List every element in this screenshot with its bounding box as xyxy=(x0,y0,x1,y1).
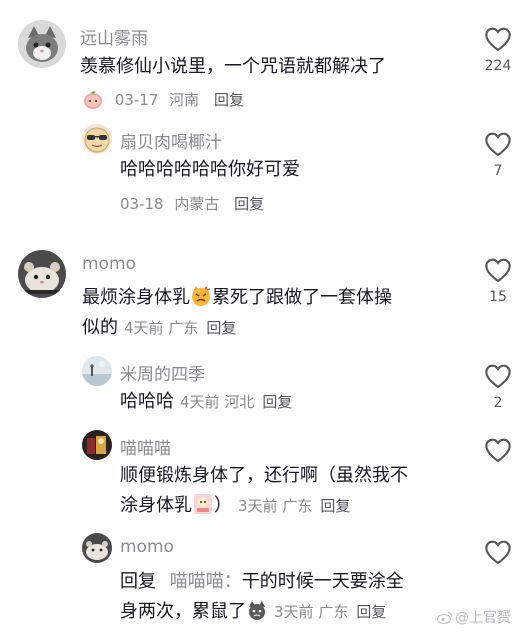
comment-text: 顺便锻炼身体了，还行啊（虽然我不 涂身体乳 ） 3天前 广东 回复 xyxy=(120,461,465,521)
reply-button[interactable]: 回复 xyxy=(320,497,350,515)
comment-date: 3天前 xyxy=(274,603,314,621)
mention-link[interactable]: 喵喵喵： xyxy=(170,571,242,592)
photo-avatar-icon xyxy=(82,430,112,460)
photo-avatar-icon xyxy=(82,356,112,386)
hamster-avatar-icon xyxy=(18,250,66,298)
username[interactable]: momo xyxy=(120,537,174,557)
username[interactable]: 扇贝肉喝椰汁 xyxy=(120,128,222,153)
comment-text: 羡慕修仙小说里，一个咒语就都解决了 xyxy=(80,56,386,77)
like-button[interactable]: 7 xyxy=(478,131,518,179)
comment-meta: 4天前 广东 回复 xyxy=(124,319,236,337)
like-count: 224 xyxy=(484,58,512,74)
comment-location: 河南 xyxy=(169,91,200,109)
username[interactable]: 喵喵喵 xyxy=(120,434,171,459)
like-button[interactable]: 15 xyxy=(478,257,518,305)
hamster-avatar-icon xyxy=(82,533,112,563)
comment-meta: 03-17 河南 回复 xyxy=(82,88,244,110)
avatar[interactable] xyxy=(82,430,112,460)
username[interactable]: 远山雾雨 xyxy=(80,24,148,49)
comment-date: 03-18 xyxy=(120,195,164,213)
heart-outline-icon xyxy=(485,438,511,463)
like-count: 15 xyxy=(489,289,507,305)
heart-outline-icon xyxy=(485,132,511,157)
comment-meta: 4天前 河北 回复 xyxy=(180,393,292,411)
username[interactable]: 米周的四季 xyxy=(120,360,205,385)
peach-emoji-icon xyxy=(82,88,104,110)
heart-outline-icon xyxy=(485,258,511,283)
comment-location: 广东 xyxy=(168,319,199,337)
comment-text-part: 哈哈哈 xyxy=(120,391,174,412)
sticker-emoji-icon xyxy=(192,493,214,515)
avatar[interactable] xyxy=(18,20,66,68)
comment-location: 内蒙古 xyxy=(174,195,220,213)
like-count: 2 xyxy=(493,395,503,411)
like-count: 7 xyxy=(493,163,503,179)
comment-location: 河北 xyxy=(224,393,255,411)
heart-outline-icon xyxy=(485,27,511,52)
like-button[interactable] xyxy=(478,539,518,565)
reply-button[interactable]: 回复 xyxy=(356,603,386,621)
avatar[interactable] xyxy=(82,356,112,386)
comment-text-part: 累死了跟做了一套体操 xyxy=(212,287,392,308)
weibo-logo-icon xyxy=(436,611,453,625)
watermark: @上官赟 xyxy=(436,607,511,627)
comment-meta: 3天前 广东 回复 xyxy=(238,497,350,515)
comment-date: 03-17 xyxy=(114,91,159,109)
comment-location: 广东 xyxy=(318,603,349,621)
comment-location: 广东 xyxy=(282,497,313,515)
sunglasses-avatar-icon xyxy=(82,124,112,154)
heart-outline-icon xyxy=(485,364,511,389)
comment-text: 哈哈哈 4天前 河北 回复 xyxy=(120,387,460,417)
comment-date: 4天前 xyxy=(124,319,164,337)
avatar[interactable] xyxy=(18,250,66,298)
comment-text-part: 顺便锻炼身体了，还行啊（虽然我不 xyxy=(120,465,408,486)
avatar[interactable] xyxy=(82,533,112,563)
reply-button[interactable]: 回复 xyxy=(214,91,244,109)
reply-button[interactable]: 回复 xyxy=(262,393,292,411)
watermark-text: @上官赟 xyxy=(455,610,511,626)
comment-text: 最烦涂身体乳 累死了跟做了一套体操 似的 4天前 广东 回复 xyxy=(82,283,462,343)
comment-text-part: 干的时候一天要涂全 xyxy=(241,571,404,592)
comment-text: 哈哈哈哈哈哈你好可爱 xyxy=(120,159,300,180)
cat-emoji-icon xyxy=(246,599,268,621)
comment-meta: 3天前 广东 回复 xyxy=(274,603,386,621)
comment-text: 回复 喵喵喵：干的时候一天要涂全 身两次，累鼠了 3天前 广东 回复 xyxy=(120,567,465,627)
username[interactable]: momo xyxy=(82,254,136,274)
heart-outline-icon xyxy=(485,540,511,565)
comment-text-part: 似的 xyxy=(82,317,118,338)
comment-meta: 03-18 内蒙古 回复 xyxy=(120,193,264,214)
reply-prefix: 回复 xyxy=(120,571,156,592)
avatar[interactable] xyxy=(82,124,112,154)
comment-text-part: 最烦涂身体乳 xyxy=(82,287,190,308)
angry-cat-emoji-icon xyxy=(190,285,212,307)
comment-date: 3天前 xyxy=(238,497,278,515)
comment-text-part: 身两次，累鼠了 xyxy=(120,601,246,622)
like-button[interactable]: 2 xyxy=(478,363,518,411)
comment-text-part: 涂身体乳 xyxy=(120,495,192,516)
reply-button[interactable]: 回复 xyxy=(206,319,236,337)
comment-text-part: ） xyxy=(214,495,232,516)
like-button[interactable] xyxy=(478,437,518,463)
like-button[interactable]: 224 xyxy=(478,26,518,74)
cat-avatar-icon xyxy=(18,20,66,68)
comment-date: 4天前 xyxy=(180,393,220,411)
reply-button[interactable]: 回复 xyxy=(234,195,264,213)
